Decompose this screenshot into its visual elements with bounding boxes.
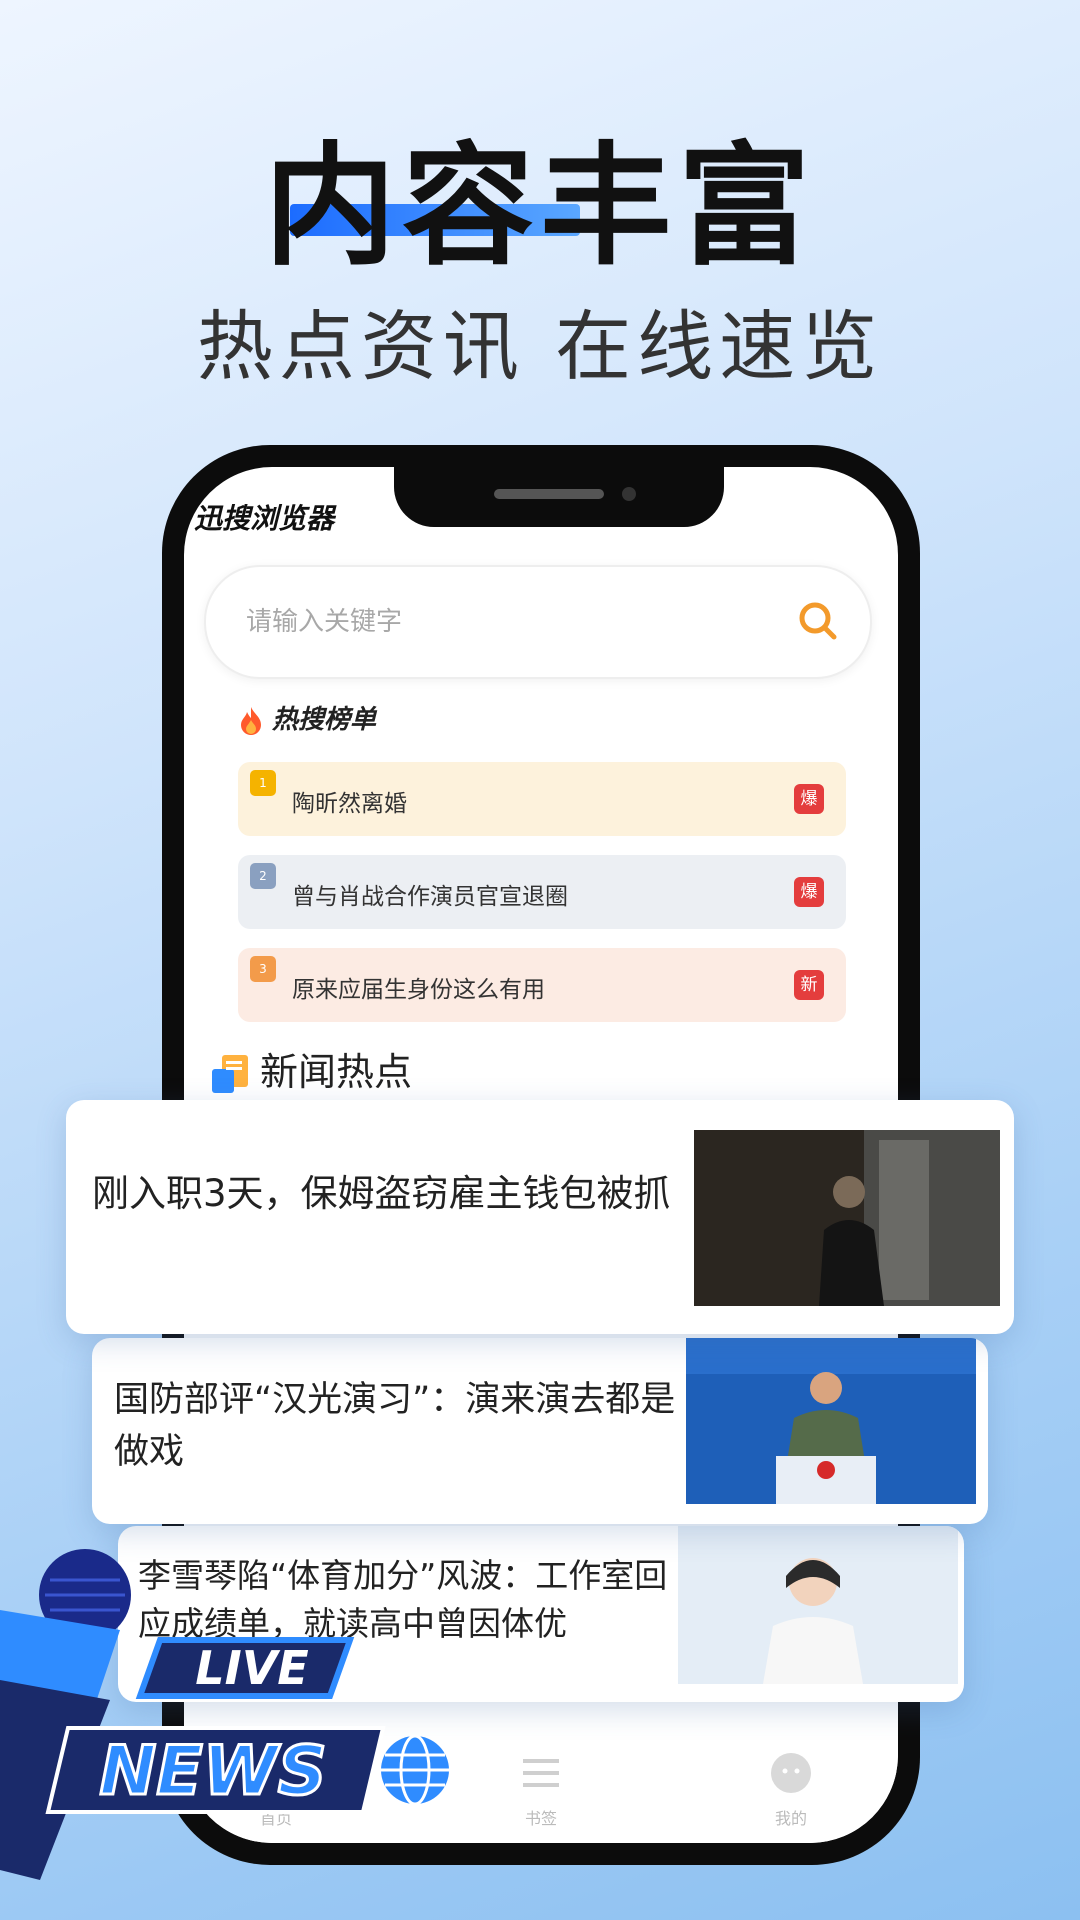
hot-list-item[interactable]: 3 原来应届生身份这么有用 新 [238,948,846,1022]
hot-tag-badge: 爆 [794,877,824,907]
news-card[interactable]: 国防部评“汉光演习”：演来演去都是做戏 [92,1338,988,1524]
search-icon[interactable] [796,599,840,643]
microphone-icon [0,1549,131,1880]
tab-profile[interactable]: 我的 [751,1805,831,1829]
live-news-badge: LIVE NEWS [0,1549,449,1880]
rank-badge: 3 [250,956,276,982]
news-card[interactable]: 刚入职3天，保姆盗窃雇主钱包被抓 [66,1100,1014,1334]
hot-list-item-text: 陶昕然离婚 [292,791,407,817]
hot-list-item[interactable]: 1 陶昕然离婚 爆 [238,762,846,836]
rank-badge: 2 [250,863,276,889]
hot-list-item-text: 原来应届生身份这么有用 [292,977,545,1003]
list-icon[interactable] [519,1751,563,1795]
rank-badge: 1 [250,770,276,796]
hot-list-item[interactable]: 2 曾与肖战合作演员官宣退圈 爆 [238,855,846,929]
promo-subheadline: 热点资讯 在线速览 [196,302,884,391]
news-section-title-text: 新闻热点 [260,1050,413,1094]
hot-tag-badge: 爆 [794,784,824,814]
hot-list-item-text: 曾与肖战合作演员官宣退圈 [292,884,568,910]
hot-list-title: 热搜榜单 [238,699,376,736]
news-text: NEWS [99,1732,326,1811]
phone-notch [394,467,724,527]
news-section-title: 新闻热点 [208,1041,412,1097]
search-input[interactable] [244,601,768,643]
news-thumbnail [678,1526,958,1684]
speaker-grille [494,489,604,499]
hot-list-title-text: 热搜榜单 [272,705,377,735]
news-thumbnail [686,1338,976,1504]
globe-icon [381,1734,449,1806]
new-tag-badge: 新 [794,970,824,1000]
tab-bookmarks[interactable]: 书签 [501,1805,581,1829]
front-camera [622,487,636,501]
flame-icon [241,706,261,735]
newspaper-icon [212,1054,248,1093]
promo-headline: 内容丰富 [264,130,816,284]
profile-icon[interactable] [769,1751,813,1795]
news-title: 刚入职3天，保姆盗窃雇主钱包被抓 [92,1172,671,1215]
news-thumbnail [694,1130,1000,1306]
app-name: 迅搜浏览器 [194,502,335,535]
live-text: LIVE [195,1641,308,1695]
search-bar[interactable] [204,565,872,679]
news-title: 国防部评“汉光演习”：演来演去都是做戏 [114,1380,676,1472]
